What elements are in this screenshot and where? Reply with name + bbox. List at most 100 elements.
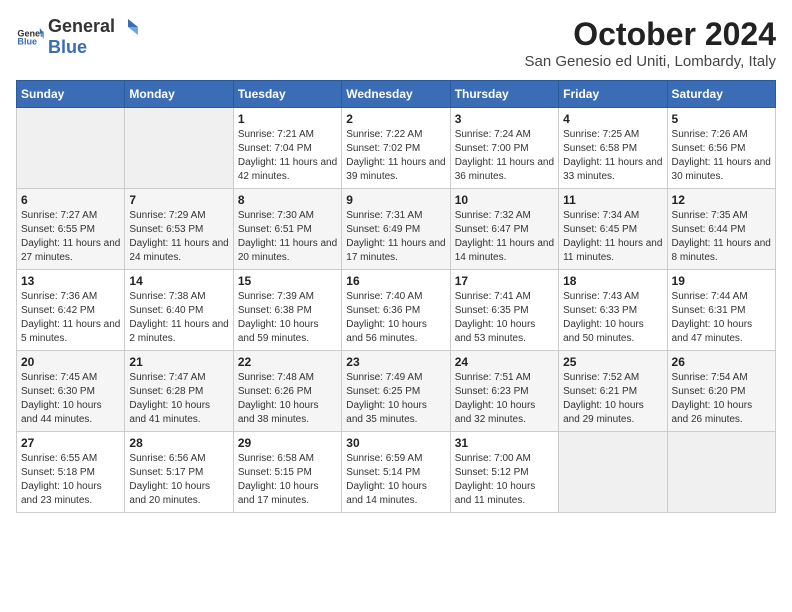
logo-icon: General Blue [16,26,44,48]
day-info: Sunrise: 7:26 AM Sunset: 6:56 PM Dayligh… [672,128,771,184]
calendar-cell: 20 Sunrise: 7:45 AM Sunset: 6:30 PM Dayli… [17,351,125,432]
calendar-cell: 25 Sunrise: 7:52 AM Sunset: 6:21 PM Dayli… [559,351,667,432]
calendar-cell: 21Sunrise: 7:47 AM Sunset: 6:28 PM Dayli… [125,351,233,432]
day-number: 14 [129,274,228,288]
day-number: 18 [563,274,662,288]
day-number: 21 [129,355,228,369]
header-day-monday: Monday [125,81,233,108]
header-day-sunday: Sunday [17,81,125,108]
day-number: 16 [346,274,445,288]
calendar-week-2: 6 Sunrise: 7:27 AM Sunset: 6:55 PM Daylig… [17,189,776,270]
calendar-cell: 3 Sunrise: 7:24 AM Sunset: 7:00 PM Daylig… [450,108,558,189]
day-info: Sunrise: 7:27 AM Sunset: 6:55 PM Dayligh… [21,209,120,265]
calendar-cell: 10 Sunrise: 7:32 AM Sunset: 6:47 PM Dayli… [450,189,558,270]
day-info: Sunrise: 7:48 AM Sunset: 6:26 PM Dayligh… [238,371,337,427]
calendar-cell: 16 Sunrise: 7:40 AM Sunset: 6:36 PM Dayli… [342,270,450,351]
header-day-friday: Friday [559,81,667,108]
calendar-cell: 11 Sunrise: 7:34 AM Sunset: 6:45 PM Dayli… [559,189,667,270]
day-info: Sunrise: 7:51 AM Sunset: 6:23 PM Dayligh… [455,371,554,427]
day-info: Sunrise: 7:25 AM Sunset: 6:58 PM Dayligh… [563,128,662,184]
calendar-cell: 14 Sunrise: 7:38 AM Sunset: 6:40 PM Dayli… [125,270,233,351]
day-info: Sunrise: 7:38 AM Sunset: 6:40 PM Dayligh… [129,290,228,346]
day-number: 26 [672,355,771,369]
day-number: 27 [21,436,120,450]
calendar-cell: 2 Sunrise: 7:22 AM Sunset: 7:02 PM Daylig… [342,108,450,189]
day-info: Sunrise: 6:55 AM Sunset: 5:18 PM Dayligh… [21,452,120,508]
calendar-cell: 13Sunrise: 7:36 AM Sunset: 6:42 PM Dayli… [17,270,125,351]
day-number: 23 [346,355,445,369]
calendar-week-5: 27 Sunrise: 6:55 AM Sunset: 5:18 PM Dayli… [17,432,776,513]
calendar-cell: 22Sunrise: 7:48 AM Sunset: 6:26 PM Dayli… [233,351,341,432]
page-header: General Blue General Blue October 2024 S… [16,16,776,70]
day-number: 28 [129,436,228,450]
day-number: 25 [563,355,662,369]
calendar-week-1: 1Sunrise: 7:21 AM Sunset: 7:04 PM Daylig… [17,108,776,189]
calendar-cell [125,108,233,189]
page-subtitle: San Genesio ed Uniti, Lombardy, Italy [524,53,776,70]
calendar-cell: 1Sunrise: 7:21 AM Sunset: 7:04 PM Daylig… [233,108,341,189]
calendar-cell: 5 Sunrise: 7:26 AM Sunset: 6:56 PM Daylig… [667,108,775,189]
page-title: October 2024 [524,16,776,53]
day-info: Sunrise: 7:41 AM Sunset: 6:35 PM Dayligh… [455,290,554,346]
day-info: Sunrise: 7:44 AM Sunset: 6:31 PM Dayligh… [672,290,771,346]
day-number: 19 [672,274,771,288]
day-number: 2 [346,112,445,126]
day-number: 20 [21,355,120,369]
calendar-cell: 26Sunrise: 7:54 AM Sunset: 6:20 PM Dayli… [667,351,775,432]
calendar-table: SundayMondayTuesdayWednesdayThursdayFrid… [16,80,776,513]
day-info: Sunrise: 7:29 AM Sunset: 6:53 PM Dayligh… [129,209,228,265]
calendar-cell: 23Sunrise: 7:49 AM Sunset: 6:25 PM Dayli… [342,351,450,432]
calendar-cell: 6 Sunrise: 7:27 AM Sunset: 6:55 PM Daylig… [17,189,125,270]
day-info: Sunrise: 7:22 AM Sunset: 7:02 PM Dayligh… [346,128,445,184]
day-info: Sunrise: 7:30 AM Sunset: 6:51 PM Dayligh… [238,209,337,265]
calendar-cell: 12Sunrise: 7:35 AM Sunset: 6:44 PM Dayli… [667,189,775,270]
calendar-cell [667,432,775,513]
title-block: October 2024 San Genesio ed Uniti, Lomba… [524,16,776,70]
day-info: Sunrise: 7:35 AM Sunset: 6:44 PM Dayligh… [672,209,771,265]
day-info: Sunrise: 7:40 AM Sunset: 6:36 PM Dayligh… [346,290,445,346]
calendar-cell: 17Sunrise: 7:41 AM Sunset: 6:35 PM Dayli… [450,270,558,351]
day-number: 15 [238,274,337,288]
day-info: Sunrise: 6:58 AM Sunset: 5:15 PM Dayligh… [238,452,337,508]
calendar-cell: 15 Sunrise: 7:39 AM Sunset: 6:38 PM Dayli… [233,270,341,351]
calendar-cell: 4 Sunrise: 7:25 AM Sunset: 6:58 PM Daylig… [559,108,667,189]
logo-flag-icon [116,18,138,36]
day-number: 5 [672,112,771,126]
day-info: Sunrise: 7:45 AM Sunset: 6:30 PM Dayligh… [21,371,120,427]
header-day-thursday: Thursday [450,81,558,108]
day-info: Sunrise: 7:00 AM Sunset: 5:12 PM Dayligh… [455,452,554,508]
day-number: 7 [129,193,228,207]
logo: General Blue General Blue [16,16,139,58]
calendar-cell: 24Sunrise: 7:51 AM Sunset: 6:23 PM Dayli… [450,351,558,432]
day-number: 6 [21,193,120,207]
day-info: Sunrise: 7:43 AM Sunset: 6:33 PM Dayligh… [563,290,662,346]
day-number: 3 [455,112,554,126]
day-number: 9 [346,193,445,207]
svg-text:Blue: Blue [17,37,37,47]
day-info: Sunrise: 7:24 AM Sunset: 7:00 PM Dayligh… [455,128,554,184]
logo-text-general: General [48,16,115,37]
day-info: Sunrise: 6:59 AM Sunset: 5:14 PM Dayligh… [346,452,445,508]
day-info: Sunrise: 7:31 AM Sunset: 6:49 PM Dayligh… [346,209,445,265]
calendar-cell: 9 Sunrise: 7:31 AM Sunset: 6:49 PM Daylig… [342,189,450,270]
day-info: Sunrise: 7:52 AM Sunset: 6:21 PM Dayligh… [563,371,662,427]
day-number: 4 [563,112,662,126]
day-number: 10 [455,193,554,207]
calendar-cell [559,432,667,513]
day-number: 8 [238,193,337,207]
header-day-wednesday: Wednesday [342,81,450,108]
day-number: 1 [238,112,337,126]
day-info: Sunrise: 7:32 AM Sunset: 6:47 PM Dayligh… [455,209,554,265]
day-number: 29 [238,436,337,450]
logo-text-blue: Blue [48,37,87,57]
calendar-cell: 7 Sunrise: 7:29 AM Sunset: 6:53 PM Daylig… [125,189,233,270]
calendar-cell: 30Sunrise: 6:59 AM Sunset: 5:14 PM Dayli… [342,432,450,513]
calendar-cell [17,108,125,189]
day-info: Sunrise: 7:39 AM Sunset: 6:38 PM Dayligh… [238,290,337,346]
day-info: Sunrise: 6:56 AM Sunset: 5:17 PM Dayligh… [129,452,228,508]
day-number: 11 [563,193,662,207]
calendar-cell: 18 Sunrise: 7:43 AM Sunset: 6:33 PM Dayli… [559,270,667,351]
day-info: Sunrise: 7:34 AM Sunset: 6:45 PM Dayligh… [563,209,662,265]
calendar-week-4: 20 Sunrise: 7:45 AM Sunset: 6:30 PM Dayli… [17,351,776,432]
header-day-saturday: Saturday [667,81,775,108]
